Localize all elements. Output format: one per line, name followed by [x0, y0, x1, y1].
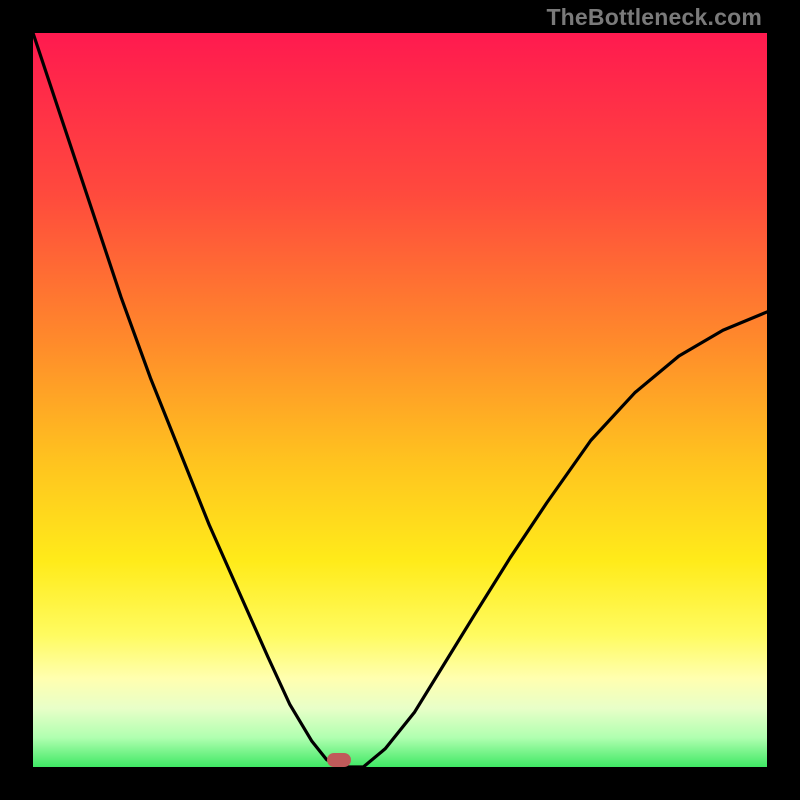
bottleneck-marker [327, 753, 351, 767]
watermark-text: TheBottleneck.com [546, 4, 762, 31]
chart-frame: TheBottleneck.com [0, 0, 800, 800]
curve-layer [33, 33, 767, 767]
bottleneck-curve [33, 33, 767, 767]
